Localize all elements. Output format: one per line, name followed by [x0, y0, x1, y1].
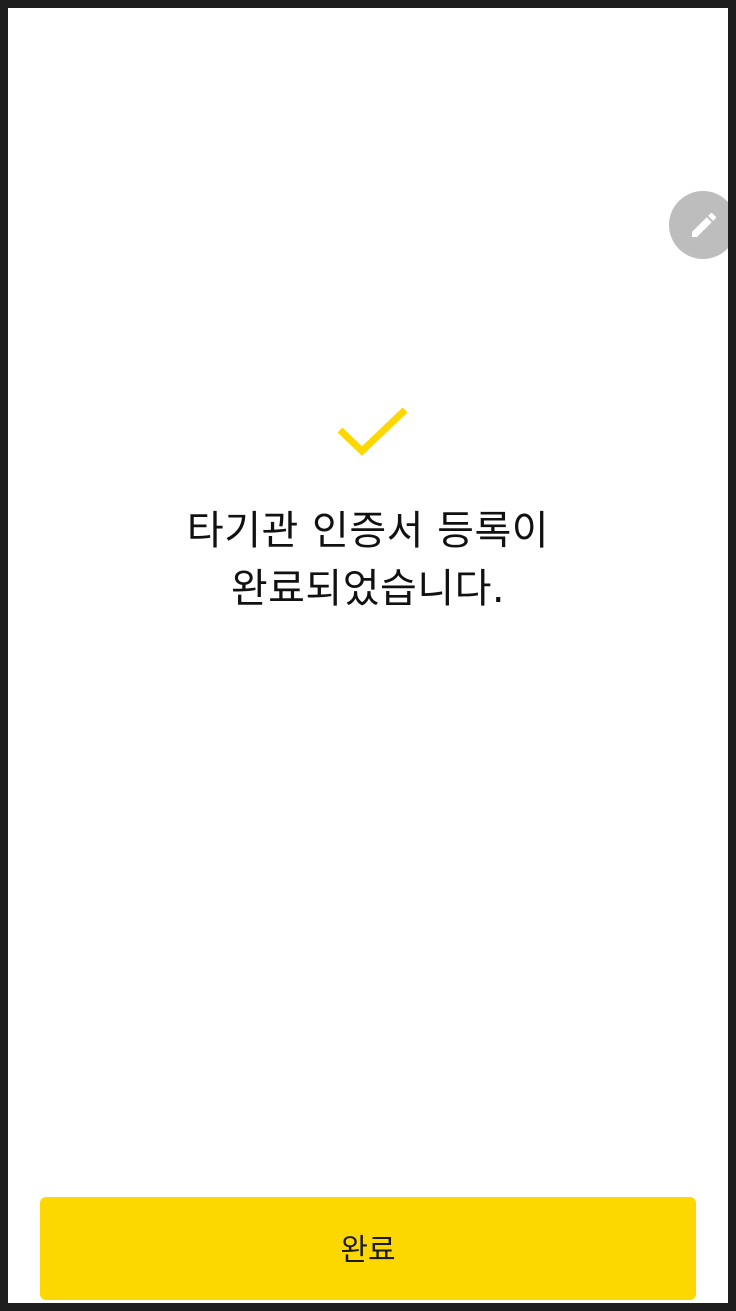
check-icon	[337, 407, 408, 456]
completion-message: 타기관 인증서 등록이 완료되었습니다.	[8, 502, 728, 618]
completion-message-line1: 타기관 인증서 등록이	[186, 508, 550, 554]
app-screen: 타기관 인증서 등록이 완료되었습니다. 완료	[8, 8, 728, 1303]
pencil-icon	[692, 212, 717, 237]
completion-message-line2: 완료되었습니다.	[230, 566, 506, 612]
done-button[interactable]: 완료	[40, 1197, 696, 1300]
device-frame: 타기관 인증서 등록이 완료되었습니다. 완료	[0, 0, 736, 1311]
done-button-label: 완료	[340, 1232, 396, 1268]
edit-floating-button[interactable]	[669, 191, 728, 259]
